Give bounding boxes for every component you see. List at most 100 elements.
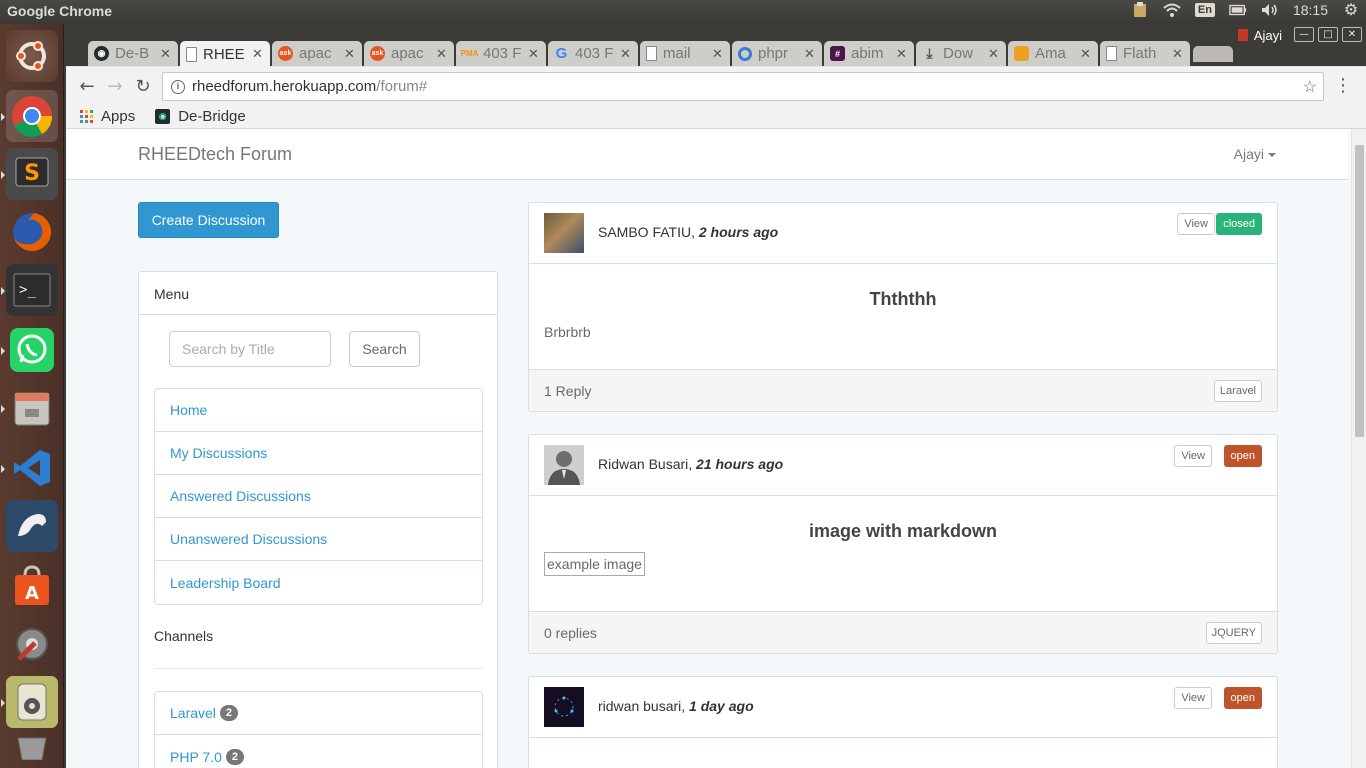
scrollbar-thumb[interactable] [1355,145,1364,437]
mysql-workbench-icon[interactable] [6,500,58,552]
search-input[interactable]: Search by Title [169,331,331,367]
bookmark-star-icon[interactable]: ☆ [1303,77,1317,97]
close-tab-icon[interactable]: ✕ [1172,46,1184,62]
close-tab-icon[interactable]: ✕ [988,46,1000,62]
terminal-icon[interactable]: >_ [1,264,58,316]
tab-google[interactable]: G 403 F ✕ [548,41,638,66]
menu-item-leadership-board[interactable]: Leadership Board [155,561,482,604]
close-tab-icon[interactable]: ✕ [344,46,356,62]
channel-item[interactable]: Laravel 2 [155,692,482,735]
tab-slack[interactable]: # abim ✕ [824,41,914,66]
menu-item-answered[interactable]: Answered Discussions [155,475,482,518]
discussion-title: Thththh [869,289,937,309]
caret-down-icon [1268,153,1276,158]
close-tab-icon[interactable]: ✕ [528,46,540,62]
settings-gear-icon[interactable]: ⚙ [1342,2,1360,19]
os-top-panel: Google Chrome En 18:15 ⚙ [0,0,1366,24]
menu-item-unanswered[interactable]: Unanswered Discussions [155,518,482,561]
close-tab-icon[interactable]: ✕ [804,46,816,62]
channel-tag[interactable]: Laravel [1213,380,1262,402]
reload-icon[interactable]: ↻ [132,75,154,97]
tab-askubuntu-1[interactable]: ask apac ✕ [272,41,362,66]
address-bar[interactable]: i rheedforum.herokuapp.com /forum# ☆ [162,72,1324,101]
profile-button[interactable]: Ajayi [1237,26,1282,44]
channels-heading: Channels [154,628,214,644]
vscode-icon[interactable] [1,442,58,494]
discussion-card: SAMBO FATIU, 2 hours ago View closed Tht… [528,202,1278,412]
bookmark-apps[interactable]: Apps [80,108,135,125]
close-tab-icon[interactable]: ✕ [252,46,264,62]
create-discussion-button[interactable]: Create Discussion [138,202,279,238]
close-tab-icon[interactable]: ✕ [160,46,172,62]
discussion-author: SAMBO FATIU, 2 hours ago [598,224,779,240]
site-info-icon[interactable]: i [171,79,185,94]
profile-avatar-icon [1237,29,1248,41]
bookmark-debridge[interactable]: ◉ De-Bridge [155,108,246,125]
tab-debridge[interactable]: ◉ De-B ✕ [88,41,178,66]
media-player-icon[interactable] [1,676,58,728]
back-arrow-icon[interactable]: ← [76,75,98,97]
channel-tag[interactable]: JQUERY [1205,622,1262,644]
discussion-time: 21 hours ago [696,456,784,472]
channel-count-badge: 2 [219,705,238,721]
page-scrollbar[interactable] [1351,129,1366,768]
discussion-body: image with markdown example image [529,496,1277,611]
search-button[interactable]: Search [349,331,420,367]
minimize-button[interactable]: — [1294,27,1314,42]
whatsapp-icon[interactable] [1,324,58,376]
tab-phpmyadmin[interactable]: PMA 403 F ✕ [456,41,546,66]
software-center-icon[interactable]: A [6,560,58,612]
battery-icon[interactable] [1229,2,1247,18]
site-brand[interactable]: RHEEDtech Forum [138,144,292,165]
askubuntu-icon: ask [278,46,293,61]
channel-item[interactable]: PHP 7.0 2 [155,735,482,768]
discussion-card: Ridwan Busari, 21 hours ago View open im… [528,434,1278,654]
tab-downloads[interactable]: ⤓ Dow ✕ [916,41,1006,66]
tab-mail[interactable]: mail ✕ [640,41,730,66]
close-tab-icon[interactable]: ✕ [436,46,448,62]
status-badge: open [1223,445,1262,467]
clipboard-icon[interactable] [1131,2,1149,18]
view-button[interactable]: View [1174,445,1212,467]
view-button[interactable]: View [1174,687,1212,709]
ubuntu-dash-icon[interactable] [6,30,58,82]
sublime-text-icon[interactable]: S [1,148,58,200]
discussion-header: ridwan busari, 1 day ago View open [529,677,1277,738]
volume-icon[interactable] [1261,2,1279,18]
google-icon: G [555,45,568,62]
tab-askubuntu-2[interactable]: ask apac ✕ [364,41,454,66]
close-tab-icon[interactable]: ✕ [620,46,632,62]
tab-flathub[interactable]: Flath ✕ [1100,41,1190,66]
chrome-menu-icon[interactable]: ⋮ [1334,77,1352,95]
close-tab-icon[interactable]: ✕ [712,46,724,62]
file-manager-icon[interactable] [1,382,58,434]
close-tab-icon[interactable]: ✕ [896,46,908,62]
chrome-launcher-icon[interactable] [1,90,58,142]
tab-rheedforum[interactable]: RHEE ✕ [180,41,270,67]
trash-icon[interactable] [6,732,58,762]
system-settings-icon[interactable] [6,618,58,670]
user-dropdown[interactable]: Ajayi [1234,146,1276,162]
page-icon [646,46,657,61]
close-tab-icon[interactable]: ✕ [1080,46,1092,62]
forward-arrow-icon[interactable]: → [104,75,126,97]
phpunit-icon [738,46,752,61]
tab-phpunit[interactable]: phpr ✕ [732,41,822,66]
maximize-button[interactable]: □ [1318,27,1338,42]
menu-item-home[interactable]: Home [155,389,482,432]
keyboard-layout-indicator[interactable]: En [1194,3,1215,17]
firefox-icon[interactable] [6,206,58,258]
avatar [544,213,584,253]
new-tab-button[interactable] [1193,46,1233,62]
discussion-time: 2 hours ago [698,224,779,240]
amazon-icon [1014,46,1029,61]
menu-list: Home My Discussions Answered Discussions… [154,388,483,605]
bookmarks-bar: Apps ◉ De-Bridge [66,105,1366,129]
page-icon [186,46,197,62]
close-window-button[interactable]: ✕ [1342,27,1362,42]
clock[interactable]: 18:15 [1293,2,1328,18]
menu-item-my-discussions[interactable]: My Discussions [155,432,482,475]
view-button[interactable]: View [1177,213,1215,235]
tab-amazon[interactable]: Ama ✕ [1008,41,1098,66]
wifi-icon[interactable] [1163,2,1181,18]
